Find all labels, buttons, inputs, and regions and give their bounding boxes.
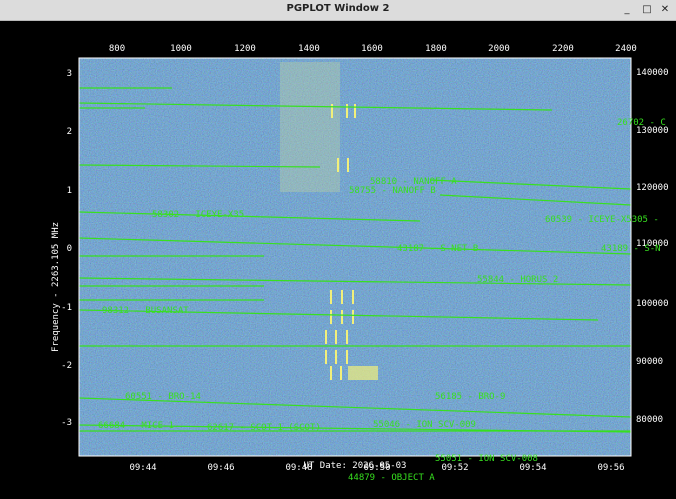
right-tick-label: 140000 [636,68,669,78]
satellite-label: 56185 - BRO-9 [435,392,505,402]
left-tick-label: 0 [67,244,72,254]
satellite-label: 62617 - SCOT-1 (SCOT) [207,423,321,433]
bottom-tick-label: 09:54 [519,463,546,473]
restore-icon[interactable]: □ [640,3,654,17]
top-tick-label: 2200 [552,44,574,54]
top-tick-label: 2400 [615,44,637,54]
top-tick-label: 1400 [298,44,320,54]
left-tick-label: -3 [61,418,72,428]
close-icon[interactable]: ✕ [658,3,672,17]
satellite-label: 58755 - NANOFF B [349,186,436,196]
left-tick-label: -2 [61,361,72,371]
pgplot-canvas: 800 1000 1200 1400 1600 1800 2000 2200 2… [51,44,669,483]
satellite-label: 43187 - S-NET B [397,244,478,254]
right-tick-label: 80000 [636,415,663,425]
top-tick-label: 800 [109,44,125,54]
doppler-streak-region [280,62,340,192]
bottom-tick-label: 09:46 [207,463,234,473]
right-tick-label: 90000 [636,357,663,367]
right-tick-label: 120000 [636,183,669,193]
window-title: PGPLOT Window 2 [286,3,390,14]
bottom-tick-label: 09:52 [441,463,468,473]
left-tick-label: 2 [67,127,72,137]
left-tick-label: 1 [67,186,72,196]
x-axis-label: UT Date: 2026-05-03 [304,461,407,471]
satellite-label: 55046 - ION SCV-009 [373,420,476,430]
top-tick-label: 1800 [425,44,447,54]
satellite-label: 43189 - S-N [601,244,661,254]
bottom-tick-label: 09:44 [129,463,156,473]
top-tick-label: 1000 [170,44,192,54]
satellite-label: 55844 - HORUS 2 [477,275,558,285]
satellite-label: 55051 - ION SCV-008 [435,454,538,464]
satellite-label: 98312 - BUSANSAT [102,306,189,316]
left-axis: 3 2 1 0 -1 -2 -3 [61,69,72,428]
window-titlebar: PGPLOT Window 2 _ □ ✕ [0,0,676,21]
satellite-label: 26702 - C [617,118,666,128]
satellite-label: 60539 - ICEYE-X5305 - [545,215,659,225]
right-tick-label: 100000 [636,299,669,309]
left-tick-label: -1 [61,303,72,313]
bottom-tick-label: 09:56 [597,463,624,473]
satellite-label: 58302 - ICEYE-X35 [152,210,244,220]
minimize-icon[interactable]: _ [620,3,634,17]
top-tick-label: 2000 [488,44,510,54]
left-tick-label: 3 [67,69,72,79]
satellite-label: 60551 - BRO-14 [125,392,201,402]
satellite-label: 44879 - OBJECT A [348,473,435,483]
top-tick-label: 1600 [361,44,383,54]
top-axis: 800 1000 1200 1400 1600 1800 2000 2200 2… [109,44,637,54]
y-axis-label: Frequency - 2263.105 MHz [51,222,61,352]
top-tick-label: 1200 [234,44,256,54]
satellite-label: 66684 - MICE-1 [98,421,174,431]
